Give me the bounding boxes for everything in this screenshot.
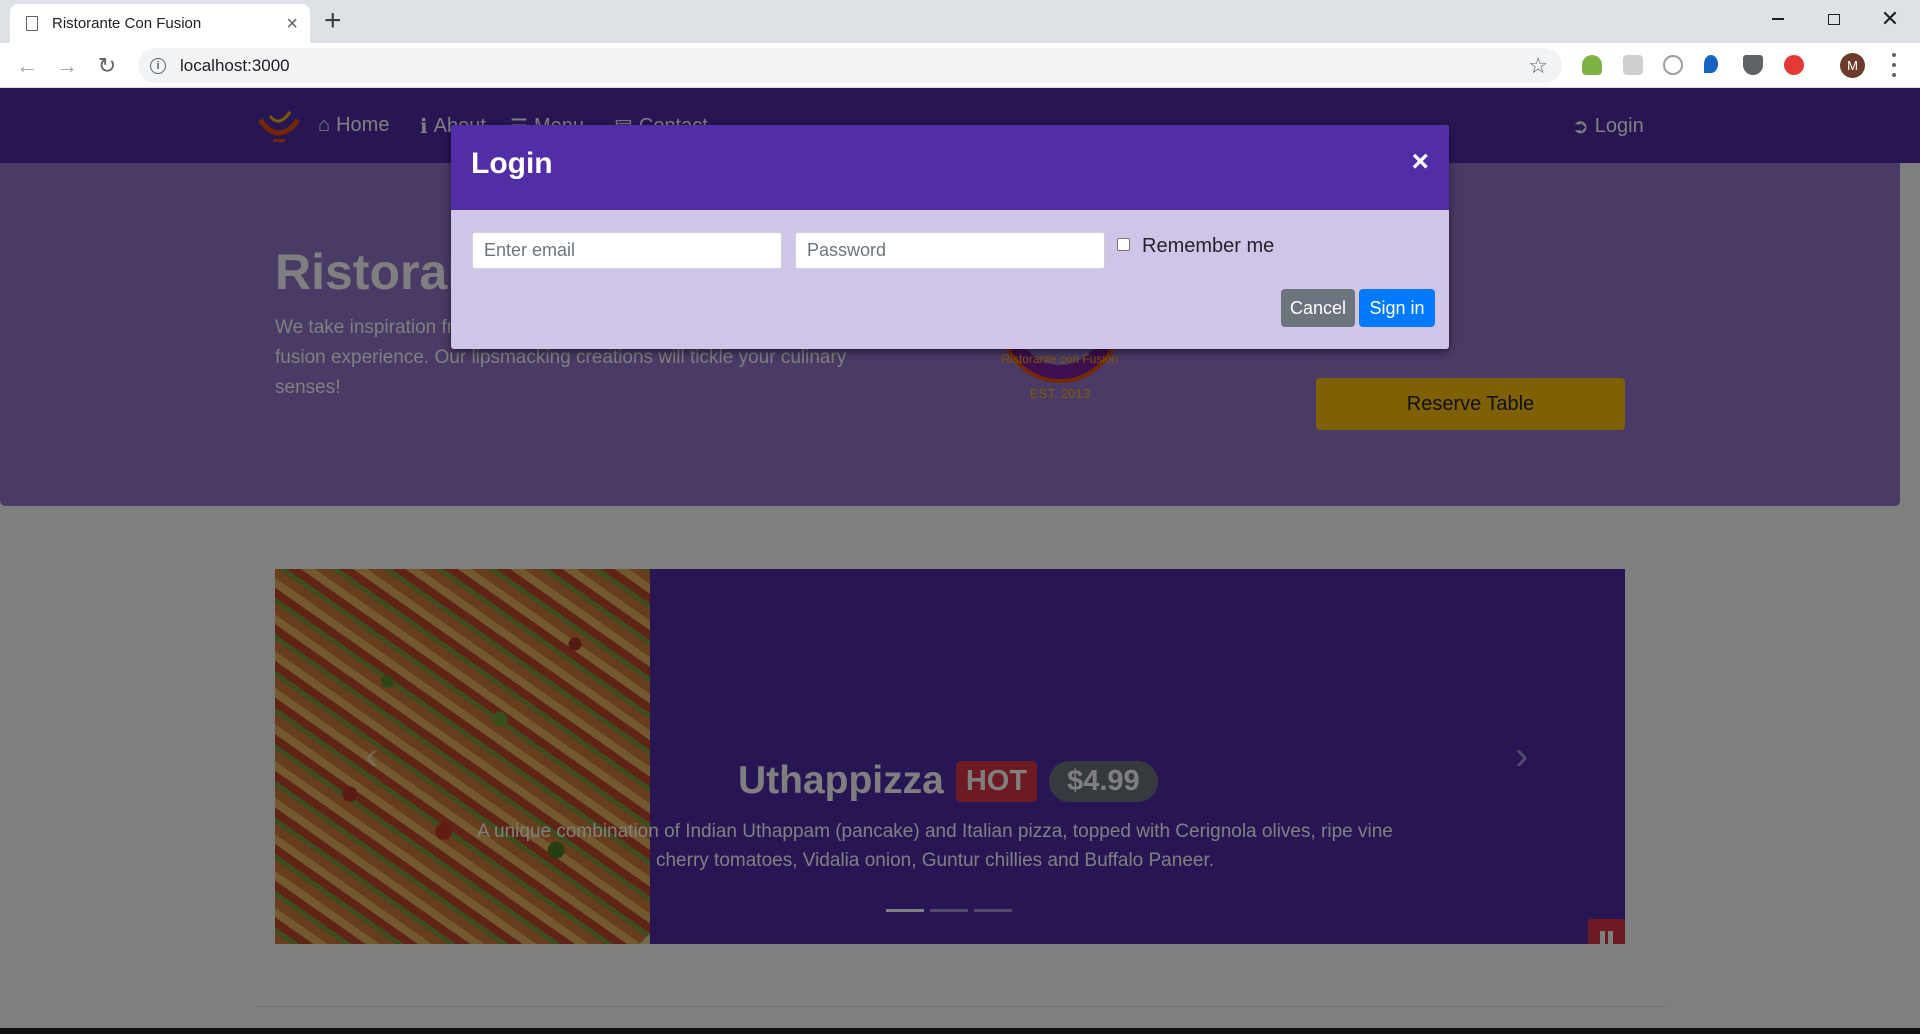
modal-title: Login [471, 147, 553, 180]
password-field[interactable] [795, 232, 1105, 269]
extension-doc-icon[interactable] [1623, 55, 1643, 75]
login-modal: Login × Remember me Cancel Sign in [451, 125, 1449, 349]
close-tab-icon[interactable]: × [286, 14, 298, 34]
address-bar[interactable]: i localhost:3000 ☆ [138, 48, 1562, 83]
extension-clock-icon[interactable] [1663, 55, 1683, 75]
tab-title: Ristorante Con Fusion [52, 15, 202, 32]
browser-tabstrip: Ristorante Con Fusion × + ✕ [0, 0, 1920, 43]
browser-tab[interactable]: Ristorante Con Fusion × [10, 4, 310, 43]
restore-icon [1828, 13, 1840, 25]
extension-green-icon[interactable] [1582, 55, 1602, 75]
profile-avatar[interactable]: M [1840, 53, 1865, 78]
sign-in-button[interactable]: Sign in [1359, 289, 1435, 327]
pocket-icon[interactable] [1743, 55, 1763, 75]
adblock-icon[interactable] [1784, 55, 1804, 75]
page-icon [26, 16, 38, 31]
email-field[interactable] [472, 232, 782, 269]
checkbox-icon[interactable] [1117, 238, 1130, 251]
info-icon[interactable]: i [150, 57, 166, 74]
forward-icon[interactable]: → [53, 52, 81, 80]
cancel-button[interactable]: Cancel [1281, 289, 1355, 327]
minimize-icon [1772, 18, 1784, 20]
minimize-button[interactable] [1750, 0, 1806, 38]
new-tab-button[interactable]: + [324, 6, 342, 36]
close-icon[interactable]: × [1411, 147, 1429, 177]
remember-me-checkbox[interactable]: Remember me [1117, 235, 1274, 258]
reload-icon[interactable]: ↻ [93, 52, 121, 80]
back-icon[interactable]: ← [13, 52, 41, 80]
extension-v-icon[interactable] [1704, 55, 1718, 73]
maximize-button[interactable] [1806, 0, 1862, 38]
window-close-button[interactable]: ✕ [1862, 0, 1918, 38]
url-text[interactable]: localhost:3000 [180, 56, 290, 76]
modal-header: Login × [451, 125, 1449, 210]
remember-me-label: Remember me [1142, 235, 1275, 257]
web-page: ⌂ Home ℹ About ☰ Menu ▤ Contact ➲ Login … [0, 88, 1920, 1034]
browser-toolbar: ← → ↻ i localhost:3000 ☆ M [0, 43, 1920, 88]
browser-menu-icon[interactable] [1892, 53, 1896, 77]
bookmark-star-icon[interactable]: ☆ [1528, 53, 1548, 79]
